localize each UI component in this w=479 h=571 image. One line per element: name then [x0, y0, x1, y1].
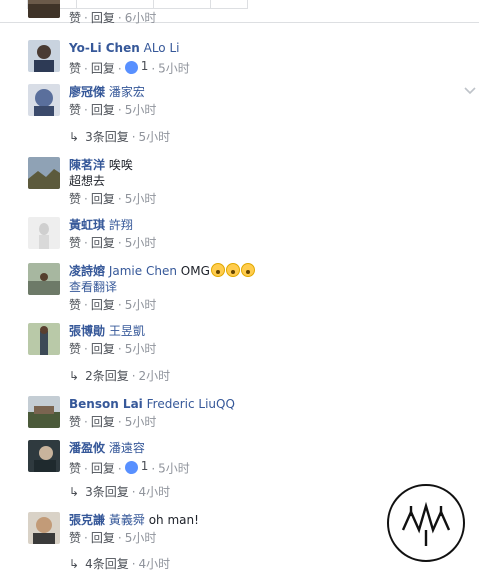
reply-link[interactable]: 回复 [91, 531, 115, 545]
reply-arrow-icon: ↳ [69, 485, 80, 499]
comment-author[interactable]: Yo-Li Chen [69, 41, 140, 55]
timestamp[interactable]: 5小时 [125, 415, 157, 429]
reply-link[interactable]: 回复 [91, 236, 115, 250]
comment-text: oh man! [148, 513, 199, 527]
like-link[interactable]: 赞 [69, 342, 81, 356]
comment-author[interactable]: 凌詩嫆 [69, 264, 105, 278]
comment-author[interactable]: 潘盈攸 [69, 441, 105, 455]
like-link[interactable]: 赞 [69, 192, 81, 206]
reply-arrow-icon: ↳ [69, 369, 80, 383]
timestamp[interactable]: 5小时 [125, 192, 157, 206]
like-link[interactable]: 赞 [69, 236, 81, 250]
comment-author[interactable]: 黃虹琪 [69, 218, 105, 232]
timestamp[interactable]: 5小时 [158, 62, 190, 76]
avatar[interactable] [28, 396, 60, 428]
reply-link[interactable]: 回复 [91, 298, 115, 312]
timestamp[interactable]: 6小时 [125, 11, 157, 25]
thumbs-up-icon [124, 60, 138, 74]
reply-arrow-icon: ↳ [69, 130, 80, 144]
timestamp[interactable]: 5小时 [125, 531, 157, 545]
avatar[interactable] [28, 157, 60, 189]
reply-link[interactable]: 回复 [91, 11, 115, 25]
avatar[interactable] [28, 0, 60, 18]
watermark-glyph-icon [401, 501, 451, 546]
reply-link[interactable]: 回复 [91, 462, 115, 476]
reply-link[interactable]: 回复 [91, 103, 115, 117]
comments-panel: 赞 · 回复 · 6小时 Yo-Li Chen ALo Li 赞 · 回复 · 1 · 5小时 廖冠… [0, 0, 479, 571]
tagged-user[interactable]: Frederic LiuQQ [147, 397, 235, 411]
like-link[interactable]: 赞 [69, 103, 81, 117]
tagged-user[interactable]: 潘遠容 [109, 441, 145, 455]
see-translation-link[interactable]: 查看翻译 [69, 279, 448, 295]
timestamp[interactable]: 5小时 [158, 462, 190, 476]
like-link[interactable]: 赞 [69, 298, 81, 312]
avatar[interactable] [28, 84, 60, 116]
like-link[interactable]: 赞 [69, 531, 81, 545]
shocked-emoji-icon [210, 263, 225, 277]
avatar[interactable] [28, 440, 60, 472]
avatar[interactable] [28, 217, 60, 249]
like-link[interactable]: 赞 [69, 462, 81, 476]
avatar[interactable] [28, 263, 60, 295]
shocked-emoji-icon [240, 263, 255, 277]
reply-link[interactable]: 回复 [91, 62, 115, 76]
like-link[interactable]: 赞 [69, 415, 81, 429]
timestamp[interactable]: 5小时 [125, 342, 157, 356]
comment-author[interactable]: 陳茗洋 [69, 158, 105, 172]
tagged-user[interactable]: 黃義舜 [109, 513, 145, 527]
reply-arrow-icon: ↳ [69, 557, 80, 571]
view-replies-link[interactable]: ↳ 3条回复 · 4小时 [69, 484, 170, 500]
avatar[interactable] [28, 40, 60, 72]
view-replies-link[interactable]: ↳ 4条回复 · 4小时 [69, 556, 170, 571]
comment-author[interactable]: 廖冠傑 [69, 85, 105, 99]
timestamp[interactable]: 5小时 [125, 103, 157, 117]
toolbar-tab[interactable] [153, 0, 211, 9]
shocked-emoji-icon [225, 263, 240, 277]
comment-text: 超想去 [69, 174, 106, 188]
view-replies-link[interactable]: ↳ 2条回复 · 2小时 [69, 368, 170, 384]
chevron-down-icon[interactable] [463, 86, 477, 96]
tagged-user[interactable]: 王昱凱 [109, 324, 145, 338]
view-replies-link[interactable]: ↳ 3条回复 · 5小时 [69, 129, 170, 145]
comment-text: OMG [180, 264, 210, 278]
tagged-user[interactable]: 許翔 [109, 218, 133, 232]
timestamp[interactable]: 5小时 [125, 236, 157, 250]
avatar[interactable] [28, 323, 60, 355]
toolbar-tab[interactable] [210, 0, 248, 9]
tagged-user[interactable]: 潘家宏 [109, 85, 145, 99]
tagged-user[interactable]: Jamie Chen [109, 264, 177, 278]
watermark-logo [387, 484, 465, 562]
toolbar-tab[interactable] [76, 0, 154, 9]
like-count[interactable]: 1 [124, 458, 148, 474]
reply-link[interactable]: 回复 [91, 342, 115, 356]
comment-author[interactable]: 張博勛 [69, 324, 105, 338]
like-link[interactable]: 赞 [69, 62, 81, 76]
comment-author[interactable]: Benson Lai [69, 397, 143, 411]
timestamp[interactable]: 5小时 [125, 298, 157, 312]
like-count[interactable]: 1 [124, 58, 148, 74]
comment-author[interactable]: 張克謙 [69, 513, 105, 527]
like-link[interactable]: 赞 [69, 11, 81, 25]
avatar[interactable] [28, 512, 60, 544]
thumbs-up-icon [124, 460, 138, 474]
comment-text: 唉唉 [108, 158, 133, 172]
reply-link[interactable]: 回复 [91, 192, 115, 206]
tagged-user[interactable]: ALo Li [144, 41, 180, 55]
reply-link[interactable]: 回复 [91, 415, 115, 429]
